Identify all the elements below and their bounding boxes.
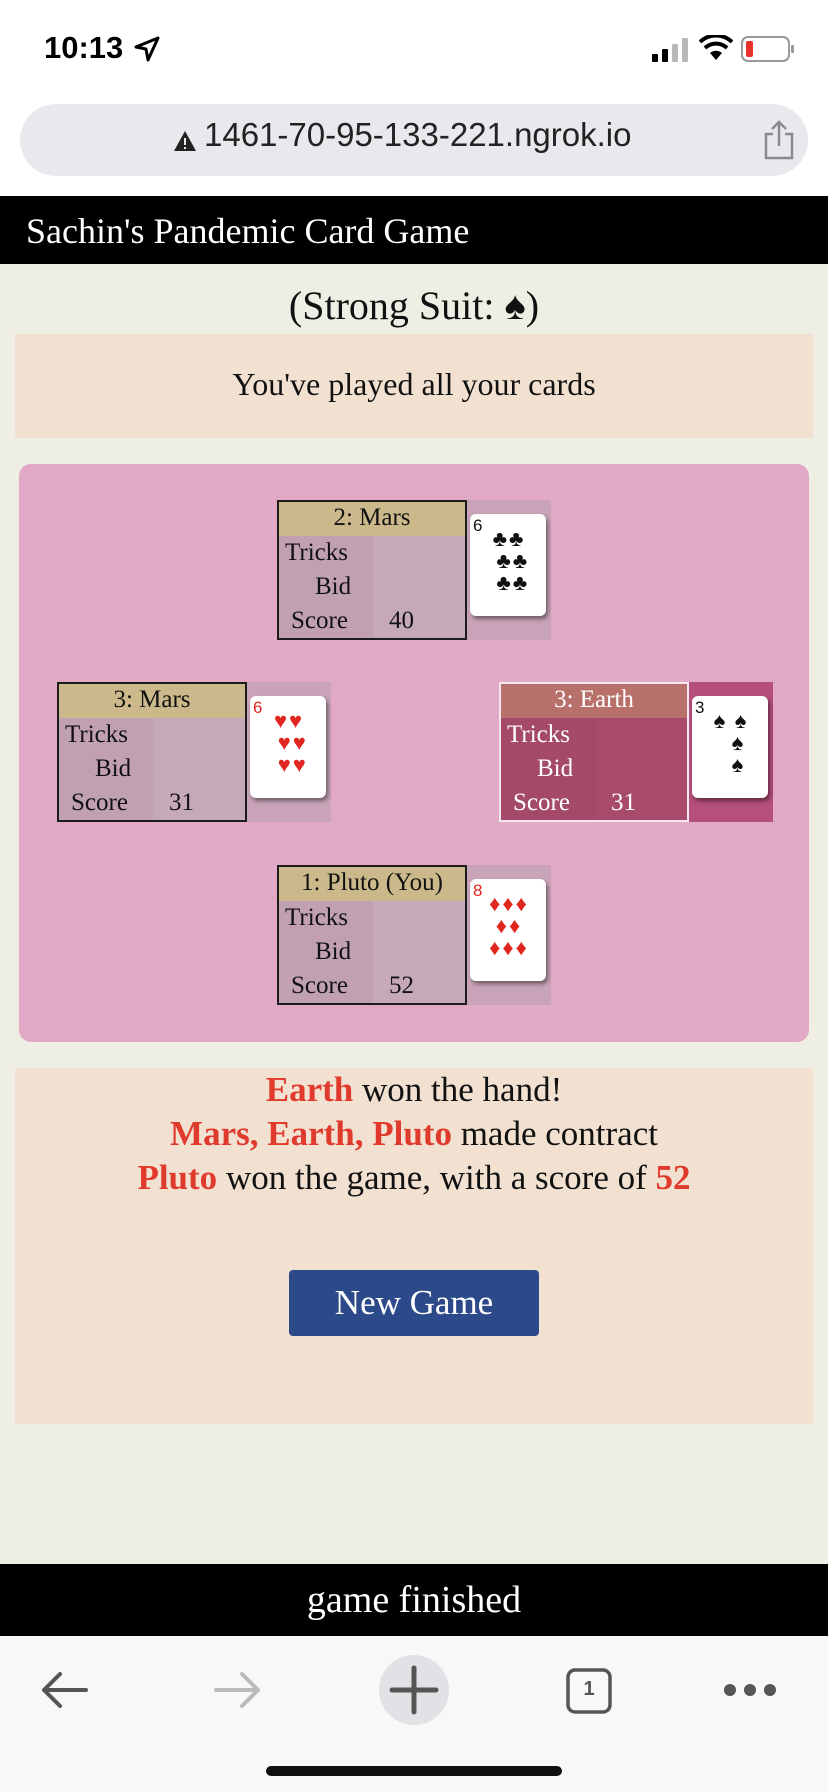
score-label: Score bbox=[291, 972, 348, 999]
spades-icon: ♠ ♠ ♠ ♠ bbox=[713, 708, 749, 777]
status-bar: 10:13 bbox=[0, 0, 828, 96]
player-west: 3: Mars Tricks Bid Score 31 6 ♥♥ ♥♥ ♥♥ bbox=[57, 682, 331, 822]
message-panel: You've played all your cards bbox=[15, 334, 813, 438]
score-value: 31 bbox=[169, 789, 194, 816]
address-bar[interactable]: 1461-70-95-133-221.ngrok.io bbox=[20, 104, 808, 176]
winning-score: 52 bbox=[655, 1158, 691, 1197]
tab-switcher-button[interactable]: 1 bbox=[566, 1668, 612, 1714]
played-card: 3 ♠ ♠ ♠ ♠ bbox=[692, 696, 768, 798]
result-panel: Earth won the hand! Mars, Earth, Pluto m… bbox=[15, 1068, 813, 1424]
played-card: 6 ♥♥ ♥♥ ♥♥ bbox=[250, 696, 326, 798]
contract-makers: Mars, Earth, Pluto bbox=[170, 1114, 452, 1153]
player-name: 3: Earth bbox=[501, 684, 687, 718]
hand-winner: Earth bbox=[265, 1070, 354, 1109]
player-scoreboard: 2: Mars Tricks Bid Score 40 bbox=[277, 500, 467, 640]
hearts-icon: ♥♥ ♥♥ ♥♥ bbox=[270, 708, 308, 777]
clubs-icon: ♣♣ ♣♣ ♣♣ bbox=[488, 526, 530, 595]
status-time: 10:13 bbox=[44, 30, 124, 65]
score-value: 40 bbox=[389, 607, 414, 634]
played-card-slot: 8 ♦♦♦ ♦♦ ♦♦♦ bbox=[467, 865, 551, 1005]
played-card-slot: 3 ♠ ♠ ♠ ♠ bbox=[689, 682, 773, 822]
score-value: 52 bbox=[389, 972, 414, 999]
warning-icon bbox=[174, 131, 196, 151]
more-options-icon[interactable] bbox=[722, 1682, 778, 1698]
status-message: You've played all your cards bbox=[232, 366, 596, 402]
player-east: 3: Earth Tricks Bid Score 31 3 ♠ ♠ ♠ ♠ bbox=[499, 682, 773, 822]
player-name: 3: Mars bbox=[59, 684, 245, 718]
game-result: Pluto won the game, with a score of 52 bbox=[15, 1158, 813, 1198]
tab-count: 1 bbox=[583, 1678, 595, 1700]
contract-result: Mars, Earth, Pluto made contract bbox=[15, 1114, 813, 1154]
played-card-slot: 6 ♥♥ ♥♥ ♥♥ bbox=[247, 682, 331, 822]
played-card: 6 ♣♣ ♣♣ ♣♣ bbox=[470, 514, 546, 616]
score-value: 31 bbox=[611, 789, 636, 816]
played-card: 8 ♦♦♦ ♦♦ ♦♦♦ bbox=[470, 879, 546, 981]
tricks-label: Tricks bbox=[507, 721, 570, 748]
game-winner: Pluto bbox=[137, 1158, 218, 1197]
player-scoreboard: 3: Mars Tricks Bid Score 31 bbox=[57, 682, 247, 822]
app-header: Sachin's Pandemic Card Game bbox=[0, 196, 828, 264]
bid-label: Bid bbox=[537, 755, 574, 782]
browser-top-bar: 1461-70-95-133-221.ngrok.io bbox=[0, 96, 828, 196]
player-south: 1: Pluto (You) Tricks Bid Score 52 8 ♦♦♦ ♦… bbox=[277, 865, 551, 1005]
cellular-signal-icon bbox=[652, 38, 688, 62]
player-name: 2: Mars bbox=[279, 502, 465, 536]
url-text[interactable]: 1461-70-95-133-221.ngrok.io bbox=[204, 116, 631, 154]
location-arrow-icon bbox=[134, 36, 160, 62]
hand-result: Earth won the hand! bbox=[15, 1070, 813, 1110]
score-label: Score bbox=[291, 607, 348, 634]
strong-suit-suffix: ) bbox=[525, 283, 540, 328]
wifi-icon bbox=[699, 35, 733, 60]
bid-label: Bid bbox=[95, 755, 132, 782]
score-label: Score bbox=[513, 789, 570, 816]
player-scoreboard: 1: Pluto (You) Tricks Bid Score 52 bbox=[277, 865, 467, 1005]
app-title: Sachin's Pandemic Card Game bbox=[26, 211, 470, 251]
tricks-label: Tricks bbox=[65, 721, 128, 748]
game-status: game finished bbox=[306, 1579, 522, 1621]
tricks-label: Tricks bbox=[285, 539, 348, 566]
hand-result-text: won the hand! bbox=[353, 1070, 563, 1109]
home-indicator bbox=[266, 1766, 562, 1776]
player-scoreboard: 3: Earth Tricks Bid Score 31 bbox=[499, 682, 689, 822]
played-card-slot: 6 ♣♣ ♣♣ ♣♣ bbox=[467, 500, 551, 640]
battery-low-icon bbox=[741, 36, 794, 62]
share-icon[interactable] bbox=[762, 120, 796, 160]
bid-label: Bid bbox=[315, 573, 352, 600]
score-label: Score bbox=[71, 789, 128, 816]
back-arrow-icon[interactable] bbox=[38, 1664, 90, 1716]
player-north: 2: Mars Tricks Bid Score 40 6 ♣♣ ♣♣ ♣♣ bbox=[277, 500, 551, 640]
new-game-button[interactable]: New Game bbox=[289, 1270, 539, 1336]
contract-result-text: made contract bbox=[451, 1114, 658, 1153]
bid-label: Bid bbox=[315, 938, 352, 965]
player-name: 1: Pluto (You) bbox=[279, 867, 465, 901]
game-status-footer: game finished bbox=[0, 1564, 828, 1636]
browser-toolbar: 1 bbox=[0, 1636, 828, 1792]
game-table: 2: Mars Tricks Bid Score 40 6 ♣♣ ♣♣ ♣♣ 3:… bbox=[19, 464, 809, 1042]
game-result-text: won the game, with a score of bbox=[217, 1158, 656, 1197]
spade-icon: ♠ bbox=[504, 283, 526, 328]
tricks-label: Tricks bbox=[285, 904, 348, 931]
strong-suit-prefix: (Strong Suit: bbox=[288, 283, 505, 328]
forward-arrow-icon[interactable] bbox=[212, 1664, 264, 1716]
strong-suit-indicator: (Strong Suit: ♠) bbox=[0, 282, 828, 329]
diamonds-icon: ♦♦♦ ♦♦ ♦♦♦ bbox=[489, 891, 529, 960]
new-tab-plus-icon[interactable] bbox=[378, 1654, 450, 1726]
